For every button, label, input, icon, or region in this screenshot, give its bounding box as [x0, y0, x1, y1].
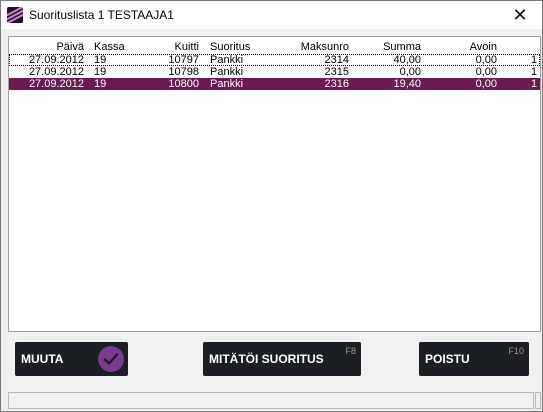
cell-paiva: 27.09.2012 — [28, 66, 84, 78]
cell-overflow: 1 — [531, 78, 538, 90]
table-row[interactable]: 27.09.2012 19 10798 Pankki 2315 0,00 0,0… — [9, 66, 540, 78]
dialog-window: Suorituslista 1 TESTAAJA1 ✕ Päivä Kassa … — [0, 0, 543, 412]
title-bar[interactable]: Suorituslista 1 TESTAAJA1 ✕ — [1, 1, 542, 29]
cell-maksunro: 2316 — [324, 78, 349, 90]
cell-avoin: 0,00 — [475, 54, 497, 66]
header-kassa[interactable]: Kassa — [94, 40, 144, 54]
poistu-button[interactable]: POISTU F10 — [419, 342, 529, 376]
cell-kuitti: 10797 — [168, 54, 199, 66]
cell-summa: 19,40 — [393, 78, 421, 90]
cell-suoritus: Pankki — [210, 78, 244, 90]
f8-shortcut-hint: F8 — [345, 346, 356, 356]
cell-avoin: 0,00 — [475, 78, 497, 90]
cell-kassa: 19 — [94, 54, 107, 66]
cell-maksunro: 2314 — [324, 54, 349, 66]
status-bar-grip — [535, 392, 541, 409]
cell-avoin: 0,00 — [475, 66, 497, 78]
cell-paiva: 27.09.2012 — [28, 78, 84, 90]
cell-overflow: 1 — [531, 54, 538, 66]
list-header: Päivä Kassa Kuitti Suoritus Maksunro Sum… — [9, 40, 540, 54]
cell-summa: 0,00 — [399, 66, 421, 78]
header-summa[interactable]: Summa — [359, 40, 421, 54]
cell-kuitti: 10800 — [168, 78, 199, 90]
cell-suoritus: Pankki — [210, 54, 244, 66]
f10-shortcut-hint: F10 — [508, 346, 524, 356]
poistu-label: POISTU — [425, 352, 470, 366]
table-row-selected[interactable]: 27.09.2012 19 10800 Pankki 2316 19,40 0,… — [9, 78, 540, 90]
header-kuitti[interactable]: Kuitti — [149, 40, 199, 54]
cell-overflow: 1 — [531, 66, 538, 78]
app-logo-icon — [7, 7, 23, 23]
table-row[interactable]: 27.09.2012 19 10797 Pankki 2314 40,00 0,… — [9, 54, 540, 66]
close-icon[interactable]: ✕ — [498, 1, 542, 29]
header-suoritus[interactable]: Suoritus — [210, 40, 280, 54]
muuta-button[interactable]: MUUTA — [15, 342, 128, 376]
checkmark-icon — [98, 346, 124, 372]
muuta-label: MUUTA — [21, 352, 64, 366]
cell-kassa: 19 — [94, 66, 107, 78]
mitatoi-suoritus-button[interactable]: MITÄTÖI SUORITUS F8 — [203, 342, 361, 376]
header-paiva[interactable]: Päivä — [9, 40, 84, 54]
cell-summa: 40,00 — [393, 54, 421, 66]
payments-list[interactable]: Päivä Kassa Kuitti Suoritus Maksunro Sum… — [8, 36, 541, 332]
cell-paiva: 27.09.2012 — [28, 54, 84, 66]
header-avoin[interactable]: Avoin — [429, 40, 497, 54]
header-maksunro[interactable]: Maksunro — [279, 40, 349, 54]
mitatoi-label: MITÄTÖI SUORITUS — [209, 352, 324, 366]
window-title: Suorituslista 1 TESTAAJA1 — [29, 8, 174, 22]
cell-kassa: 19 — [94, 78, 107, 90]
cell-suoritus: Pankki — [210, 66, 244, 78]
status-bar — [8, 392, 534, 409]
cell-kuitti: 10798 — [168, 66, 199, 78]
cell-maksunro: 2315 — [324, 66, 349, 78]
